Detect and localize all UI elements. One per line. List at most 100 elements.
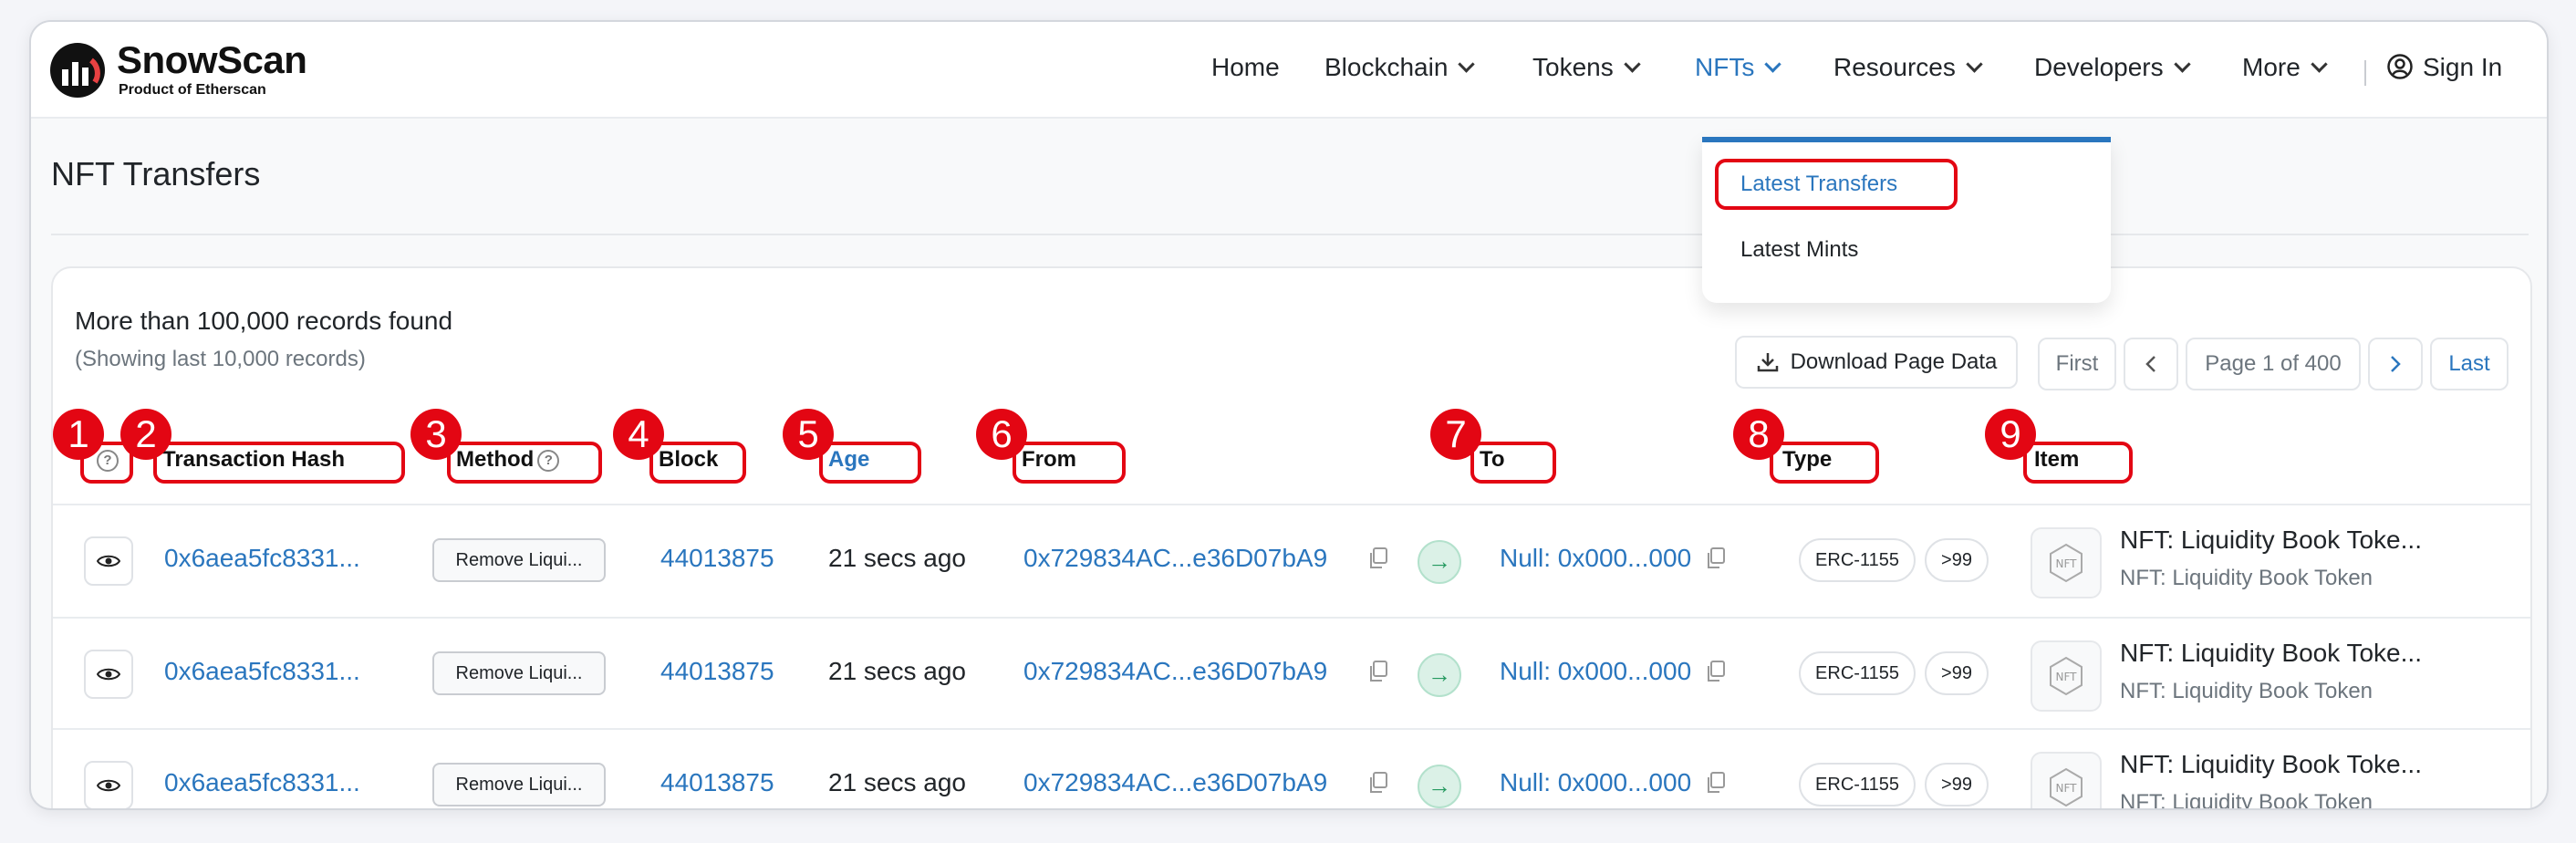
nft-thumbnail[interactable]: NFT [2031, 527, 2102, 598]
nav-nfts[interactable]: NFTs [1695, 53, 1782, 82]
annotation-box-3 [447, 442, 602, 484]
item-title[interactable]: NFT: Liquidity Book Toke... [2120, 750, 2422, 779]
nav-label: Blockchain [1324, 53, 1449, 81]
nav-label: Tokens [1532, 53, 1614, 81]
token-type-badge: ERC-1155 [1799, 651, 1916, 695]
copy-icon[interactable] [1368, 547, 1388, 569]
transfers-table-body: 0x6aea5fc8331... Remove Liqui... 4401387… [53, 505, 2530, 808]
quantity-badge: >99 [1925, 763, 1989, 807]
copy-icon[interactable] [1368, 661, 1388, 682]
pager-last-label: Last [2448, 351, 2490, 376]
nft-thumbnail[interactable]: NFT [2031, 640, 2102, 712]
nav-blockchain[interactable]: Blockchain [1324, 53, 1476, 82]
eye-icon [97, 555, 120, 567]
svg-text:NFT: NFT [2056, 671, 2078, 683]
to-address-link[interactable]: Null: 0x000...000 [1500, 657, 1691, 686]
arrow-right-icon: → [1418, 765, 1461, 808]
nav-more[interactable]: More [2242, 53, 2328, 82]
sign-in-label: Sign In [2423, 53, 2503, 81]
annotation-box-latest-transfers [1715, 159, 1958, 210]
eye-icon [97, 779, 120, 792]
tx-hash-link[interactable]: 0x6aea5fc8331... [164, 768, 360, 797]
pager-next-button[interactable] [2368, 338, 2423, 390]
pager-page-label: Page 1 of 400 [2205, 351, 2342, 376]
nav-developers[interactable]: Developers [2034, 53, 2191, 82]
svg-text:NFT: NFT [2056, 782, 2078, 795]
sign-in-link[interactable]: Sign In [2386, 53, 2502, 83]
annotation-badge-6: 6 [976, 409, 1027, 460]
records-note: (Showing last 10,000 records) [75, 347, 366, 371]
method-badge: Remove Liqui... [432, 763, 606, 807]
tx-hash-link[interactable]: 0x6aea5fc8331... [164, 544, 360, 573]
copy-icon[interactable] [1706, 772, 1726, 794]
table-row: 0x6aea5fc8331... Remove Liqui... 4401387… [53, 505, 2530, 617]
item-title[interactable]: NFT: Liquidity Book Toke... [2120, 639, 2422, 668]
pager-last-button[interactable]: Last [2430, 338, 2508, 390]
chevron-left-icon [2145, 356, 2155, 372]
records-count: More than 100,000 records found [75, 307, 453, 335]
preview-button[interactable] [84, 761, 133, 808]
token-type-badge: ERC-1155 [1799, 763, 1916, 807]
preview-button[interactable] [84, 650, 133, 699]
nav-label: Resources [1833, 53, 1956, 81]
download-page-data-button[interactable]: Download Page Data [1735, 336, 2018, 389]
nft-placeholder-icon: NFT [2050, 767, 2083, 807]
token-type-badge: ERC-1155 [1799, 538, 1916, 582]
svg-text:NFT: NFT [2056, 557, 2078, 570]
brand-tagline: Product of Etherscan [119, 82, 266, 98]
copy-icon[interactable] [1368, 772, 1388, 794]
snowscan-logo-icon[interactable] [49, 42, 106, 99]
nft-placeholder-icon: NFT [2050, 543, 2083, 583]
arrow-right-icon: → [1418, 540, 1461, 584]
browser-page: SnowScan Product of Etherscan Home Block… [29, 20, 2549, 810]
block-link[interactable]: 44013875 [660, 544, 774, 573]
nav-label: Home [1211, 53, 1280, 81]
annotation-box-4 [649, 442, 746, 484]
nav-label: Developers [2034, 53, 2164, 81]
nft-thumbnail[interactable]: NFT [2031, 752, 2102, 808]
chevron-down-icon [1966, 56, 1983, 73]
quantity-badge: >99 [1925, 538, 1989, 582]
copy-icon[interactable] [1706, 547, 1726, 569]
menu-item-latest-mints[interactable]: Latest Mints [1740, 237, 1858, 263]
nav-tokens[interactable]: Tokens [1532, 53, 1641, 82]
from-address-link[interactable]: 0x729834AC...e36D07bA9 [1023, 768, 1327, 797]
nav-label: NFTs [1695, 53, 1755, 81]
method-badge: Remove Liqui... [432, 538, 606, 582]
to-address-link[interactable]: Null: 0x000...000 [1500, 544, 1691, 573]
table-row: 0x6aea5fc8331... Remove Liqui... 4401387… [53, 617, 2530, 730]
tx-hash-link[interactable]: 0x6aea5fc8331... [164, 657, 360, 686]
download-label: Download Page Data [1790, 349, 1998, 374]
annotation-box-7 [1470, 442, 1556, 484]
chevron-down-icon [1624, 56, 1641, 73]
item-subtitle: NFT: Liquidity Book Token [2120, 566, 2373, 590]
annotation-badge-3: 3 [410, 409, 462, 460]
chevron-down-icon [2173, 56, 2191, 73]
nav-home[interactable]: Home [1211, 53, 1280, 82]
pager-page-indicator: Page 1 of 400 [2186, 338, 2361, 390]
download-icon [1757, 353, 1778, 372]
to-address-link[interactable]: Null: 0x000...000 [1500, 768, 1691, 797]
annotation-badge-4: 4 [613, 409, 664, 460]
table-row: 0x6aea5fc8331... Remove Liqui... 4401387… [53, 728, 2530, 808]
from-address-link[interactable]: 0x729834AC...e36D07bA9 [1023, 657, 1327, 686]
pager-first-button[interactable]: First [2038, 338, 2116, 390]
block-link[interactable]: 44013875 [660, 657, 774, 686]
chevron-down-icon [1764, 56, 1782, 73]
method-badge: Remove Liqui... [432, 651, 606, 695]
from-address-link[interactable]: 0x729834AC...e36D07bA9 [1023, 544, 1327, 573]
annotation-badge-7: 7 [1430, 409, 1481, 460]
preview-button[interactable] [84, 536, 133, 586]
block-link[interactable]: 44013875 [660, 768, 774, 797]
chevron-right-icon [2391, 356, 2401, 372]
brand-name[interactable]: SnowScan [117, 38, 307, 82]
pager-prev-button[interactable] [2124, 338, 2178, 390]
annotation-badge-2: 2 [120, 409, 171, 460]
annotation-badge-5: 5 [783, 409, 834, 460]
annotation-box-9 [2023, 442, 2133, 484]
item-title[interactable]: NFT: Liquidity Book Toke... [2120, 526, 2422, 555]
copy-icon[interactable] [1706, 661, 1726, 682]
annotation-box-8 [1770, 442, 1879, 484]
quantity-badge: >99 [1925, 651, 1989, 695]
nav-resources[interactable]: Resources [1833, 53, 1983, 82]
